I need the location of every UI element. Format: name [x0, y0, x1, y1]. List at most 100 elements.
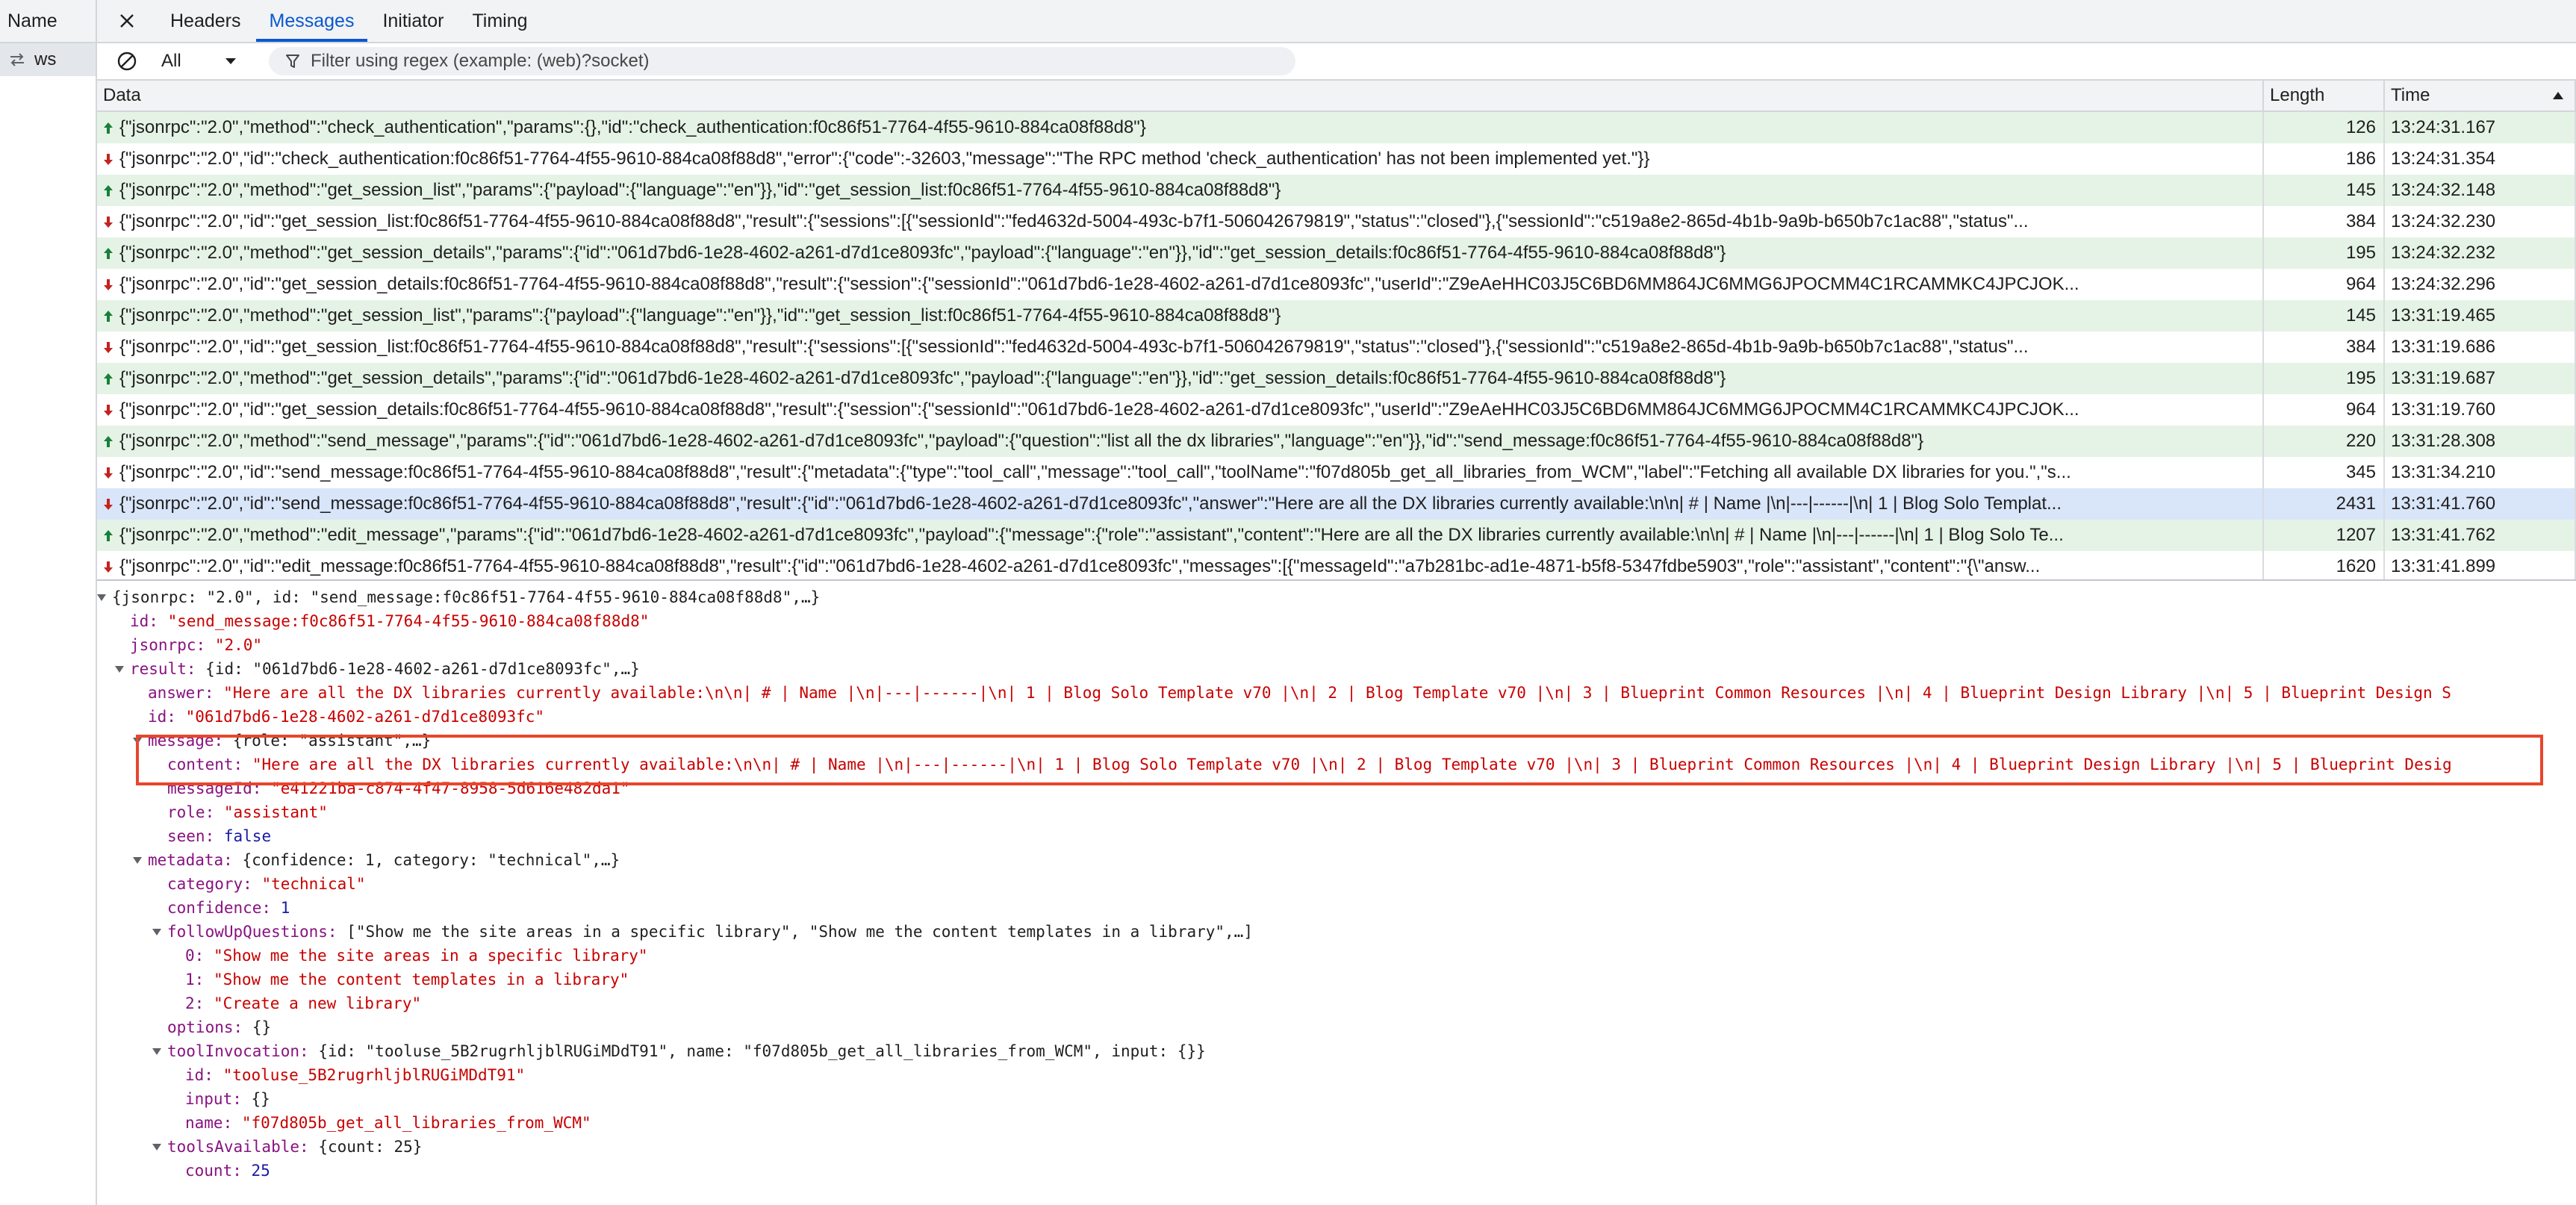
regex-filter-input[interactable]: Filter using regex (example: (web)?socke…	[269, 47, 1295, 75]
message-data-cell: {"jsonrpc":"2.0","method":"get_session_d…	[97, 363, 2264, 394]
message-data-cell: {"jsonrpc":"2.0","method":"get_session_l…	[97, 175, 2264, 206]
request-name: ws	[34, 49, 57, 69]
highlight-box	[136, 735, 2543, 785]
message-row[interactable]: {"jsonrpc":"2.0","method":"get_session_d…	[97, 237, 2576, 269]
tree-tool-name: name: "f07d805b_get_all_libraries_from_W…	[185, 1111, 591, 1135]
tree-tool-invocation[interactable]: toolInvocation: {id: "tooluse_5B2rugrhlj…	[149, 1039, 1206, 1063]
tree-key: id:	[185, 1066, 214, 1084]
message-row[interactable]: {"jsonrpc":"2.0","method":"edit_message"…	[97, 520, 2576, 551]
tree-key: category:	[167, 875, 252, 893]
length-column-header[interactable]: Length	[2264, 81, 2385, 110]
message-row[interactable]: {"jsonrpc":"2.0","method":"send_message"…	[97, 426, 2576, 457]
tree-key: options:	[167, 1018, 243, 1036]
message-row[interactable]: {"jsonrpc":"2.0","id":"get_session_list:…	[97, 206, 2576, 237]
message-data: {"jsonrpc":"2.0","id":"edit_message:f0c8…	[119, 556, 2041, 576]
message-row[interactable]: {"jsonrpc":"2.0","method":"get_session_d…	[97, 363, 2576, 394]
message-length: 145	[2345, 180, 2376, 200]
tab-headers[interactable]: Headers	[157, 0, 255, 42]
message-length-cell: 126	[2264, 112, 2385, 143]
message-row[interactable]: {"jsonrpc":"2.0","id":"check_authenticat…	[97, 143, 2576, 175]
message-time: 13:24:32.296	[2391, 274, 2496, 294]
message-row[interactable]: {"jsonrpc":"2.0","method":"get_session_l…	[97, 300, 2576, 331]
message-row[interactable]: {"jsonrpc":"2.0","id":"edit_message:f0c8…	[97, 551, 2576, 579]
data-column-header[interactable]: Data	[97, 81, 2264, 110]
tree-metadata[interactable]: metadata: {confidence: 1, category: "tec…	[130, 848, 620, 872]
message-data: {"jsonrpc":"2.0","method":"get_session_d…	[119, 243, 1726, 263]
tree-jsonrpc: jsonrpc: "2.0"	[130, 633, 262, 657]
message-type-select[interactable]: All	[157, 51, 269, 72]
message-row[interactable]: {"jsonrpc":"2.0","id":"send_message:f0c8…	[97, 457, 2576, 488]
message-time-cell: 13:31:19.686	[2385, 331, 2576, 363]
received-arrow-down-icon	[102, 560, 115, 574]
received-arrow-down-icon	[102, 403, 115, 417]
message-length-cell: 145	[2264, 300, 2385, 331]
clear-messages-button[interactable]	[97, 50, 157, 72]
message-length: 384	[2345, 211, 2376, 231]
request-row-ws[interactable]: ws	[0, 43, 96, 76]
message-length-cell: 964	[2264, 269, 2385, 300]
message-row[interactable]: {"jsonrpc":"2.0","method":"check_authent…	[97, 112, 2576, 143]
message-data-cell: {"jsonrpc":"2.0","method":"send_message"…	[97, 426, 2264, 457]
tree-id: id: "send_message:f0c86f51-7764-4f55-961…	[130, 609, 649, 633]
tree-followup-questions[interactable]: followUpQuestions: ["Show me the site ar…	[149, 920, 1253, 944]
received-arrow-down-icon	[102, 278, 115, 292]
tab-messages[interactable]: Messages	[255, 0, 368, 42]
tree-value: ["Show me the site areas in a specific l…	[346, 923, 1253, 941]
message-data: {"jsonrpc":"2.0","id":"get_session_list:…	[119, 337, 2029, 357]
message-row[interactable]: {"jsonrpc":"2.0","id":"get_session_detai…	[97, 269, 2576, 300]
tree-tools-available[interactable]: toolsAvailable: {count: 25}	[149, 1135, 422, 1159]
tree-followup-1: 1: "Show me the content templates in a l…	[185, 968, 629, 991]
message-data-cell: {"jsonrpc":"2.0","method":"get_session_d…	[97, 237, 2264, 269]
tree-key: jsonrpc:	[130, 636, 206, 654]
tab-timing[interactable]: Timing	[458, 0, 541, 42]
close-detail-button[interactable]	[97, 0, 157, 42]
tree-result[interactable]: result: {id: "061d7bd6-1e28-4602-a261-d7…	[112, 657, 640, 681]
message-data-cell: {"jsonrpc":"2.0","method":"check_authent…	[97, 112, 2264, 143]
name-column-header[interactable]: Name	[0, 0, 96, 43]
message-row[interactable]: {"jsonrpc":"2.0","method":"get_session_l…	[97, 175, 2576, 206]
expand-triangle-icon[interactable]	[112, 664, 127, 673]
messages-filter-bar: All Filter using regex (example: (web)?s…	[97, 43, 2576, 81]
message-time-cell: 13:31:19.760	[2385, 394, 2576, 426]
tree-value: "f07d805b_get_all_libraries_from_WCM"	[241, 1114, 591, 1132]
tree-key: result:	[130, 660, 196, 678]
message-row[interactable]: {"jsonrpc":"2.0","id":"get_session_detai…	[97, 394, 2576, 426]
tree-root[interactable]: {jsonrpc: "2.0", id: "send_message:f0c86…	[97, 585, 820, 609]
messages-rows: {"jsonrpc":"2.0","method":"check_authent…	[97, 112, 2576, 579]
message-time-cell: 13:24:32.230	[2385, 206, 2576, 237]
message-detail-tree: {jsonrpc: "2.0", id: "send_message:f0c86…	[97, 582, 2576, 1205]
message-length: 964	[2345, 274, 2376, 294]
message-time-cell: 13:31:19.465	[2385, 300, 2576, 331]
message-data: {"jsonrpc":"2.0","method":"get_session_l…	[119, 180, 1281, 200]
tree-key: toolInvocation:	[167, 1042, 309, 1060]
message-time-cell: 13:31:41.899	[2385, 551, 2576, 579]
expand-triangle-icon[interactable]	[97, 593, 109, 602]
message-time: 13:31:34.210	[2391, 462, 2496, 482]
message-length: 384	[2345, 337, 2376, 357]
message-length: 964	[2345, 399, 2376, 420]
message-time: 13:24:31.354	[2391, 149, 2496, 169]
expand-triangle-icon[interactable]	[149, 1047, 164, 1056]
message-time: 13:24:31.167	[2391, 117, 2496, 137]
message-type-value: All	[161, 51, 181, 71]
message-row[interactable]: {"jsonrpc":"2.0","id":"send_message:f0c8…	[97, 488, 2576, 520]
sent-arrow-up-icon	[102, 246, 115, 261]
expand-triangle-icon[interactable]	[130, 856, 145, 865]
message-data-cell: {"jsonrpc":"2.0","id":"send_message:f0c8…	[97, 488, 2264, 520]
time-column-header[interactable]: Time	[2385, 81, 2576, 110]
tree-value: "send_message:f0c86f51-7764-4f55-9610-88…	[167, 612, 650, 630]
tree-tool-id: id: "tooluse_5B2rugrhljblRUGiMDdT91"	[185, 1063, 525, 1087]
message-data: {"jsonrpc":"2.0","id":"send_message:f0c8…	[119, 462, 2071, 482]
expand-triangle-icon[interactable]	[149, 1142, 164, 1151]
received-arrow-down-icon	[102, 152, 115, 166]
message-data-cell: {"jsonrpc":"2.0","id":"get_session_list:…	[97, 206, 2264, 237]
message-time: 13:31:19.465	[2391, 305, 2496, 326]
tab-initiator[interactable]: Initiator	[369, 0, 457, 42]
message-row[interactable]: {"jsonrpc":"2.0","id":"get_session_list:…	[97, 331, 2576, 363]
message-length: 220	[2345, 431, 2376, 451]
tree-key: metadata:	[148, 851, 233, 869]
tree-key: role:	[167, 803, 215, 821]
message-data: {"jsonrpc":"2.0","id":"get_session_detai…	[119, 399, 2079, 420]
tree-value: "Show me the content templates in a libr…	[213, 971, 629, 988]
expand-triangle-icon[interactable]	[149, 927, 164, 936]
